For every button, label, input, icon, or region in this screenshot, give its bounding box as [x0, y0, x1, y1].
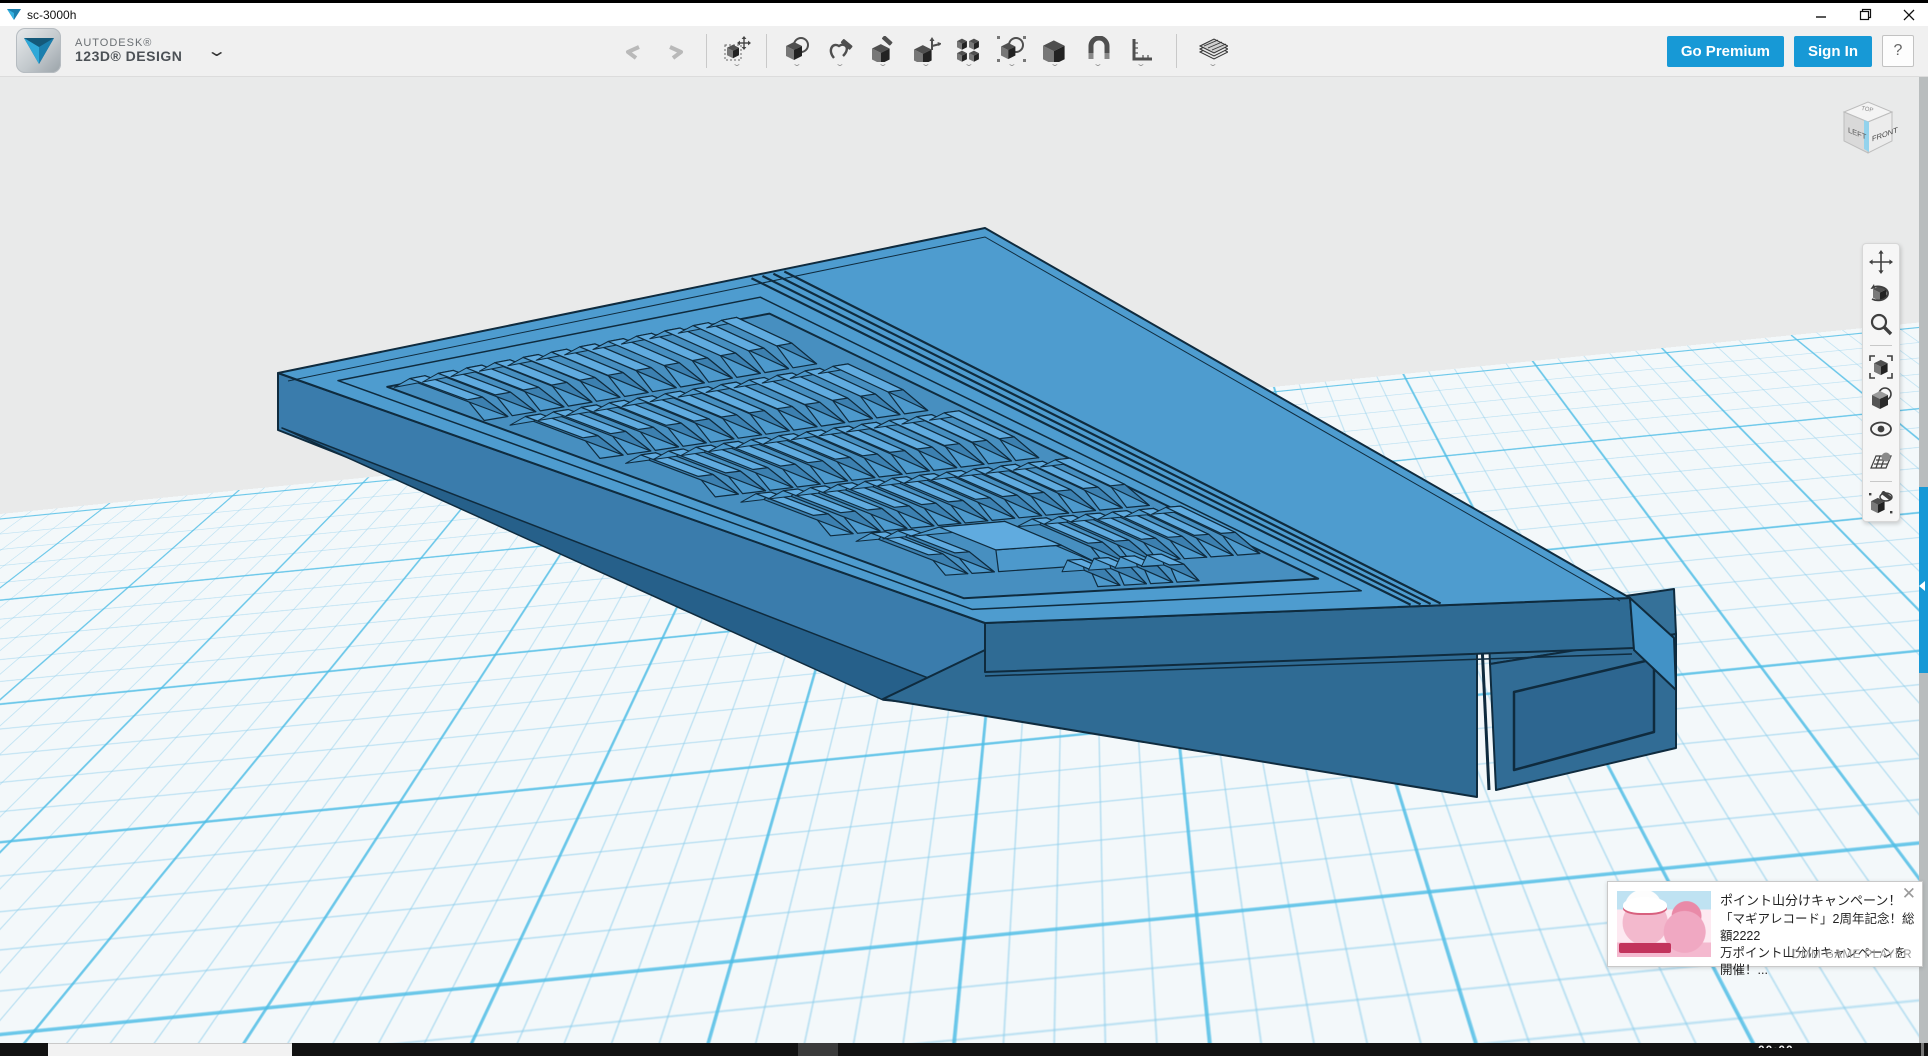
minimize-button[interactable] — [1810, 6, 1832, 24]
ad-popup: ✕ ポイント山分けキャンペーン！ 「マギアレコード」2周年記念！総額2222 万… — [1607, 881, 1923, 967]
snap-tool-button[interactable]: ⌄ — [1076, 28, 1119, 74]
title-bar: sc-3000h — [0, 3, 1928, 26]
primitives-tool-button[interactable]: ⌄ — [775, 28, 818, 74]
transform-tool-button[interactable]: ⌄ — [715, 28, 758, 74]
main-toolbar: ⌄ ⌄ ⌄ ⌄ ⌄ ⌄ ⌄ — [612, 26, 1234, 76]
player-bar-segment[interactable] — [48, 1043, 292, 1056]
brand: AUTODESK® 123D® DESIGN ⌄ — [16, 28, 224, 73]
document-title: sc-3000h — [27, 8, 76, 22]
player-bar-tick — [1921, 1043, 1924, 1056]
redo-button[interactable] — [655, 28, 698, 74]
fit-icon[interactable] — [1869, 355, 1893, 379]
navigation-toolbar — [1862, 243, 1900, 522]
shade-icon[interactable] — [1869, 386, 1893, 410]
close-button[interactable] — [1898, 6, 1920, 24]
grouping-tool-button[interactable]: ⌄ — [990, 28, 1033, 74]
ad-title[interactable]: ポイント山分けキャンペーン！ — [1720, 890, 1901, 909]
toolbar-separator — [1176, 34, 1177, 68]
measure-tool-button[interactable]: ⌄ — [1119, 28, 1162, 74]
app-window: sc-3000h — [0, 0, 1928, 1056]
ad-source-label: DMM GAME PLAYER — [1792, 949, 1912, 961]
toolbar-separator — [766, 34, 767, 68]
app-menu-chevron-icon[interactable]: ⌄ — [206, 41, 227, 61]
sketch-tool-button[interactable]: ⌄ — [818, 28, 861, 74]
app-icon — [7, 8, 21, 21]
construct-tool-button[interactable]: ⌄ — [861, 28, 904, 74]
player-scrubber[interactable] — [798, 1043, 838, 1056]
app-header: AUTODESK® 123D® DESIGN ⌄ ⌄ ⌄ ⌄ ⌄ ⌄ — [0, 26, 1928, 77]
modify-tool-button[interactable]: ⌄ — [904, 28, 947, 74]
ad-image[interactable] — [1617, 891, 1711, 957]
grid-visibility-icon[interactable] — [1869, 448, 1893, 472]
pattern-tool-button[interactable]: ⌄ — [947, 28, 990, 74]
go-premium-button[interactable]: Go Premium — [1667, 36, 1784, 67]
bottom-player-bar: 00:00 — [0, 1043, 1928, 1056]
player-timestamp: 00:00 — [1758, 1043, 1794, 1048]
pan-icon[interactable] — [1869, 250, 1893, 274]
material-tool-button[interactable]: ⌄ — [1191, 28, 1234, 74]
help-button[interactable]: ? — [1882, 35, 1914, 67]
app-logo-icon — [16, 28, 61, 73]
ad-close-icon[interactable]: ✕ — [1902, 884, 1916, 904]
brand-123d-label: 123D® DESIGN — [75, 49, 182, 64]
orbit-icon[interactable] — [1869, 281, 1893, 305]
sign-in-button[interactable]: Sign In — [1794, 36, 1872, 67]
nav-separator — [1870, 481, 1892, 482]
view-cube[interactable]: TOP LEFT FRONT — [1835, 95, 1901, 163]
flyout-panel-tab[interactable] — [1919, 487, 1928, 673]
flyout-arrow-icon — [1919, 581, 1925, 591]
restore-button[interactable] — [1854, 6, 1876, 24]
material-outline-icon[interactable] — [1869, 491, 1893, 515]
zoom-icon[interactable] — [1869, 312, 1893, 336]
combine-tool-button[interactable]: ⌄ — [1033, 28, 1076, 74]
ad-body[interactable]: 「マギアレコード」2周年記念！総額2222 万ポイント山分けキャンペーンを開催！… — [1720, 911, 1916, 979]
toolbar-separator — [706, 34, 707, 68]
undo-button[interactable] — [612, 28, 655, 74]
hide-icon[interactable] — [1869, 417, 1893, 441]
nav-separator — [1870, 345, 1892, 346]
